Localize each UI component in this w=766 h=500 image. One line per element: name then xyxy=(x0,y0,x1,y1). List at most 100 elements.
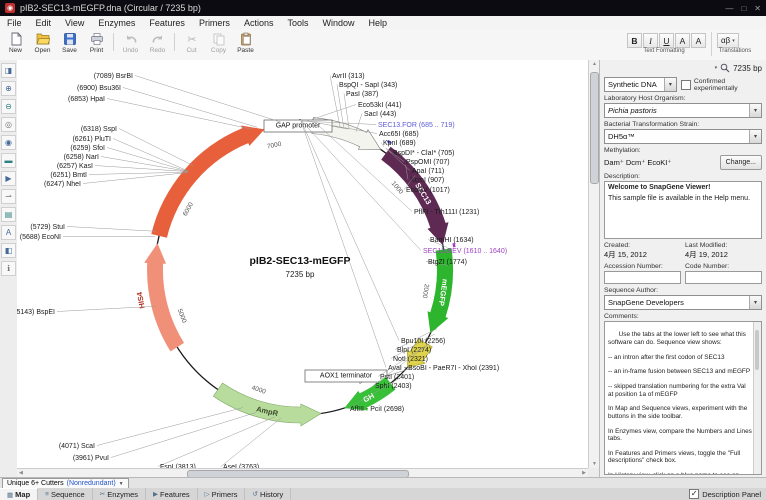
host-select[interactable]: Pichia pastoris xyxy=(604,103,762,118)
enzyme-site-label[interactable]: BlpI (2274) xyxy=(397,347,431,354)
italic-button[interactable]: I xyxy=(643,33,658,48)
description-panel-toggle[interactable]: Description Panel xyxy=(689,488,761,500)
enzyme-site-label[interactable]: (6900) Bsu36I xyxy=(77,85,121,92)
menu-features[interactable]: Features xyxy=(142,16,192,29)
enzyme-site-label[interactable]: (6257) KasI xyxy=(57,163,93,170)
dna-type-select[interactable]: Synthetic DNA xyxy=(604,77,677,92)
menu-file[interactable]: File xyxy=(0,16,29,29)
new-button[interactable]: New xyxy=(2,30,29,54)
circular-map-icon[interactable]: ◉ xyxy=(1,135,16,150)
description-panel-checkbox[interactable] xyxy=(689,489,699,499)
save-button[interactable]: Save xyxy=(56,30,83,54)
plasmid-map[interactable]: 1000200030004000500060007000GAP promoter… xyxy=(17,60,588,468)
tab-features[interactable]: ▶Features xyxy=(146,488,198,500)
zoom-control[interactable]: ▾ 7235 bp xyxy=(604,62,762,74)
enzyme-site-label[interactable]: SphI (2403) xyxy=(375,383,412,390)
change-button[interactable]: Change... xyxy=(720,155,762,170)
paste-button[interactable]: Paste xyxy=(232,30,259,54)
chevron-down-icon[interactable]: ▾ xyxy=(715,65,718,71)
confirmed-checkbox[interactable] xyxy=(681,80,691,90)
enzyme-site-label[interactable]: AflIII - PciI (2698) xyxy=(350,406,404,413)
vertical-scroll-thumb[interactable] xyxy=(590,72,599,184)
enzyme-site-label[interactable]: (6251) BmtI xyxy=(50,172,87,179)
enzyme-site-label[interactable]: (6247) NheI xyxy=(44,181,81,188)
enzyme-site-label[interactable]: (5143) BspEI xyxy=(17,309,55,316)
scroll-left-icon[interactable]: ◀ xyxy=(19,470,23,476)
enzyme-site-label[interactable]: (6853) HpaI xyxy=(68,96,105,103)
feature-his4[interactable] xyxy=(151,126,264,238)
enzyme-site-label[interactable]: AvrII (313) xyxy=(332,73,365,80)
menu-help[interactable]: Help xyxy=(361,16,394,29)
enzyme-site-label[interactable]: (6259) SfoI xyxy=(70,145,105,152)
enzyme-site-label[interactable]: Bpu10I (2256) xyxy=(401,338,445,345)
enzyme-site-label[interactable]: ApaI (711) xyxy=(412,168,444,175)
enzyme-site-label[interactable]: (3961) PvuI xyxy=(73,455,109,462)
enzyme-site-label[interactable]: PspOMI (707) xyxy=(406,159,450,166)
close-icon[interactable]: ✕ xyxy=(754,4,761,13)
bold-button[interactable]: B xyxy=(627,33,642,48)
tab-history[interactable]: ↺History xyxy=(245,488,291,500)
enzyme-site-label[interactable]: Eco53kI (441) xyxy=(358,102,402,109)
orfs-icon[interactable]: ▤ xyxy=(1,207,16,222)
translations-button[interactable]: αβ ▾ xyxy=(717,33,739,48)
print-button[interactable]: Print xyxy=(83,30,110,54)
feature-ampr[interactable] xyxy=(213,383,321,426)
enzyme-site-label[interactable]: KpnI (689) xyxy=(383,140,416,147)
tab-enzymes[interactable]: ✂Enzymes xyxy=(93,488,146,500)
primers-icon[interactable]: ⇀ xyxy=(1,189,16,204)
colors-icon[interactable]: ◧ xyxy=(1,243,16,258)
enzyme-site-label[interactable]: Acc65I (685) xyxy=(379,131,419,138)
zoom-in-icon[interactable]: ⊕ xyxy=(1,81,16,96)
menu-window[interactable]: Window xyxy=(315,16,361,29)
feature-his4[interactable] xyxy=(144,243,184,351)
enzyme-site-label[interactable]: BspDI* - ClaI* (705) xyxy=(393,150,454,157)
enzyme-site-label[interactable]: AvaI - BsoBI - PaeR7I - XhoI (2391) xyxy=(388,365,499,372)
tab-sequence[interactable]: ≡Sequence xyxy=(38,488,93,500)
enzyme-site-label[interactable]: XcmI (907) xyxy=(410,177,444,184)
open-button[interactable]: Open xyxy=(29,30,56,54)
enzyme-site-label[interactable]: EcoRV (1017) xyxy=(406,187,450,194)
enzyme-site-label[interactable]: BspQI - SapI (343) xyxy=(339,82,397,89)
enzyme-site-label[interactable]: (6318) SspI xyxy=(81,126,117,133)
description-box[interactable]: Welcome to SnapGene Viewer! This sample … xyxy=(604,181,762,239)
tab-map[interactable]: ▦Map xyxy=(0,488,38,500)
tab-primers[interactable]: ▷Primers xyxy=(198,488,246,500)
maximize-icon[interactable]: □ xyxy=(741,4,746,13)
comments-box[interactable]: Use the tabs at the lower left to see wh… xyxy=(604,321,762,475)
font-smaller-button[interactable]: A xyxy=(691,33,706,48)
zoom-out-icon[interactable]: ⊖ xyxy=(1,99,16,114)
comments-scroll-thumb[interactable] xyxy=(755,330,759,370)
strain-select[interactable]: DH5α™ xyxy=(604,129,762,144)
enzyme-site-label[interactable]: (6258) NarI xyxy=(64,154,99,161)
enzyme-site-label[interactable]: SacI (443) xyxy=(364,111,396,118)
features-icon[interactable]: ▶ xyxy=(1,171,16,186)
fit-view-icon[interactable]: ◎ xyxy=(1,117,16,132)
menu-edit[interactable]: Edit xyxy=(29,16,59,29)
menu-actions[interactable]: Actions xyxy=(237,16,281,29)
code-number-input[interactable] xyxy=(685,271,762,284)
labels-icon[interactable]: A xyxy=(1,225,16,240)
menu-primers[interactable]: Primers xyxy=(192,16,237,29)
enzyme-site-label[interactable]: BamHI (1634) xyxy=(430,237,474,244)
enzyme-site-label[interactable]: (5729) StuI xyxy=(30,224,65,231)
menu-enzymes[interactable]: Enzymes xyxy=(91,16,142,29)
enzyme-site-label[interactable]: (7089) BsrBI xyxy=(94,73,133,80)
menu-view[interactable]: View xyxy=(58,16,91,29)
comments-scrollbar[interactable] xyxy=(753,322,761,474)
accession-input[interactable] xyxy=(604,271,681,284)
author-select[interactable]: SnapGene Developers xyxy=(604,295,762,310)
font-larger-button[interactable]: A xyxy=(675,33,690,48)
enzyme-site-label[interactable]: (4071) ScaI xyxy=(59,443,95,450)
enzyme-site-label[interactable]: PstI (2401) xyxy=(380,374,414,381)
info-icon[interactable]: ℹ xyxy=(1,261,16,276)
linear-map-icon[interactable]: ▬ xyxy=(1,153,16,168)
enzyme-site-label[interactable]: PflFI - Tth111I (1231) xyxy=(414,209,479,216)
minimize-icon[interactable]: — xyxy=(725,4,733,13)
scroll-right-icon[interactable]: ▶ xyxy=(582,470,586,476)
enzyme-site-label[interactable]: (5688) EcoNI xyxy=(20,234,61,241)
underline-button[interactable]: U xyxy=(659,33,674,48)
enzyme-site-label[interactable]: BtgZI (1774) xyxy=(428,259,467,266)
enzyme-site-label[interactable]: PasI (387) xyxy=(346,91,378,98)
enzyme-site-label[interactable]: (6261) PluTI xyxy=(72,136,111,143)
enzyme-site-label[interactable]: SEC13.REV (1610 .. 1640) xyxy=(423,248,507,255)
